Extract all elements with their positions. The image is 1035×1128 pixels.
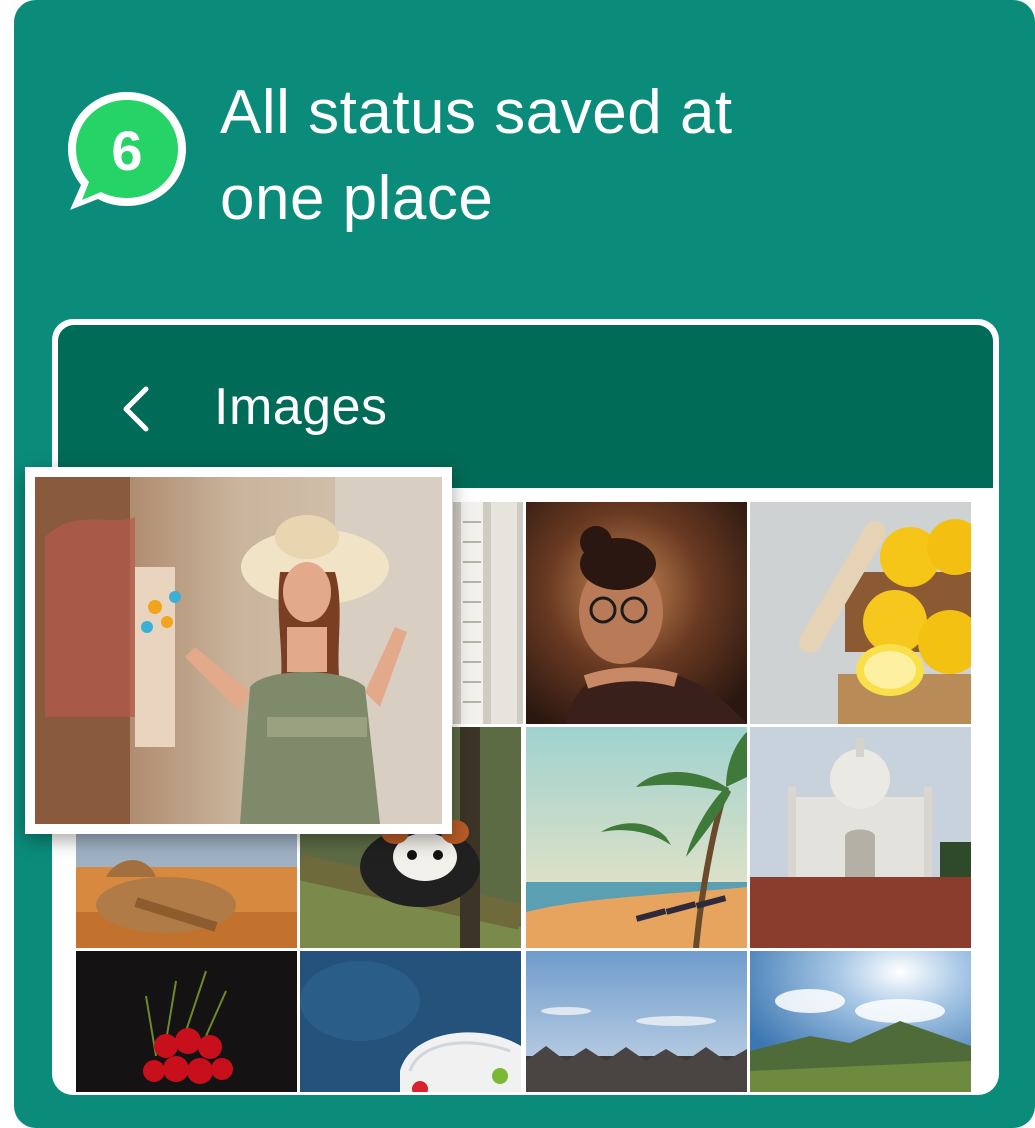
featured-image-woman-in-hat[interactable]: [25, 467, 452, 834]
whatsapp-badge: 6: [62, 86, 192, 216]
app-bar: Images: [58, 325, 993, 488]
image-tile-taj-mahal[interactable]: [750, 727, 971, 948]
image-tile-lemons[interactable]: [750, 502, 971, 724]
image-tile-palm-beach[interactable]: [526, 727, 747, 948]
chevron-left-icon[interactable]: [116, 383, 156, 435]
page-title: Images: [214, 378, 388, 436]
image-tile-shutters[interactable]: [453, 502, 523, 724]
image-tile-cherries[interactable]: [76, 951, 297, 1092]
headline-line-2: one place: [220, 164, 494, 233]
image-tile-woman-with-glasses[interactable]: [526, 502, 747, 724]
image-tile-blue-basket[interactable]: [300, 951, 521, 1092]
badge-number: 6: [111, 119, 142, 182]
headline: All status saved at one place: [220, 70, 940, 242]
headline-line-1: All status saved at: [220, 78, 733, 147]
image-tile-mountain-sky[interactable]: [750, 951, 971, 1092]
whatsapp-bubble-icon: 6: [68, 92, 186, 210]
image-tile-seaside-houses[interactable]: [526, 951, 747, 1092]
